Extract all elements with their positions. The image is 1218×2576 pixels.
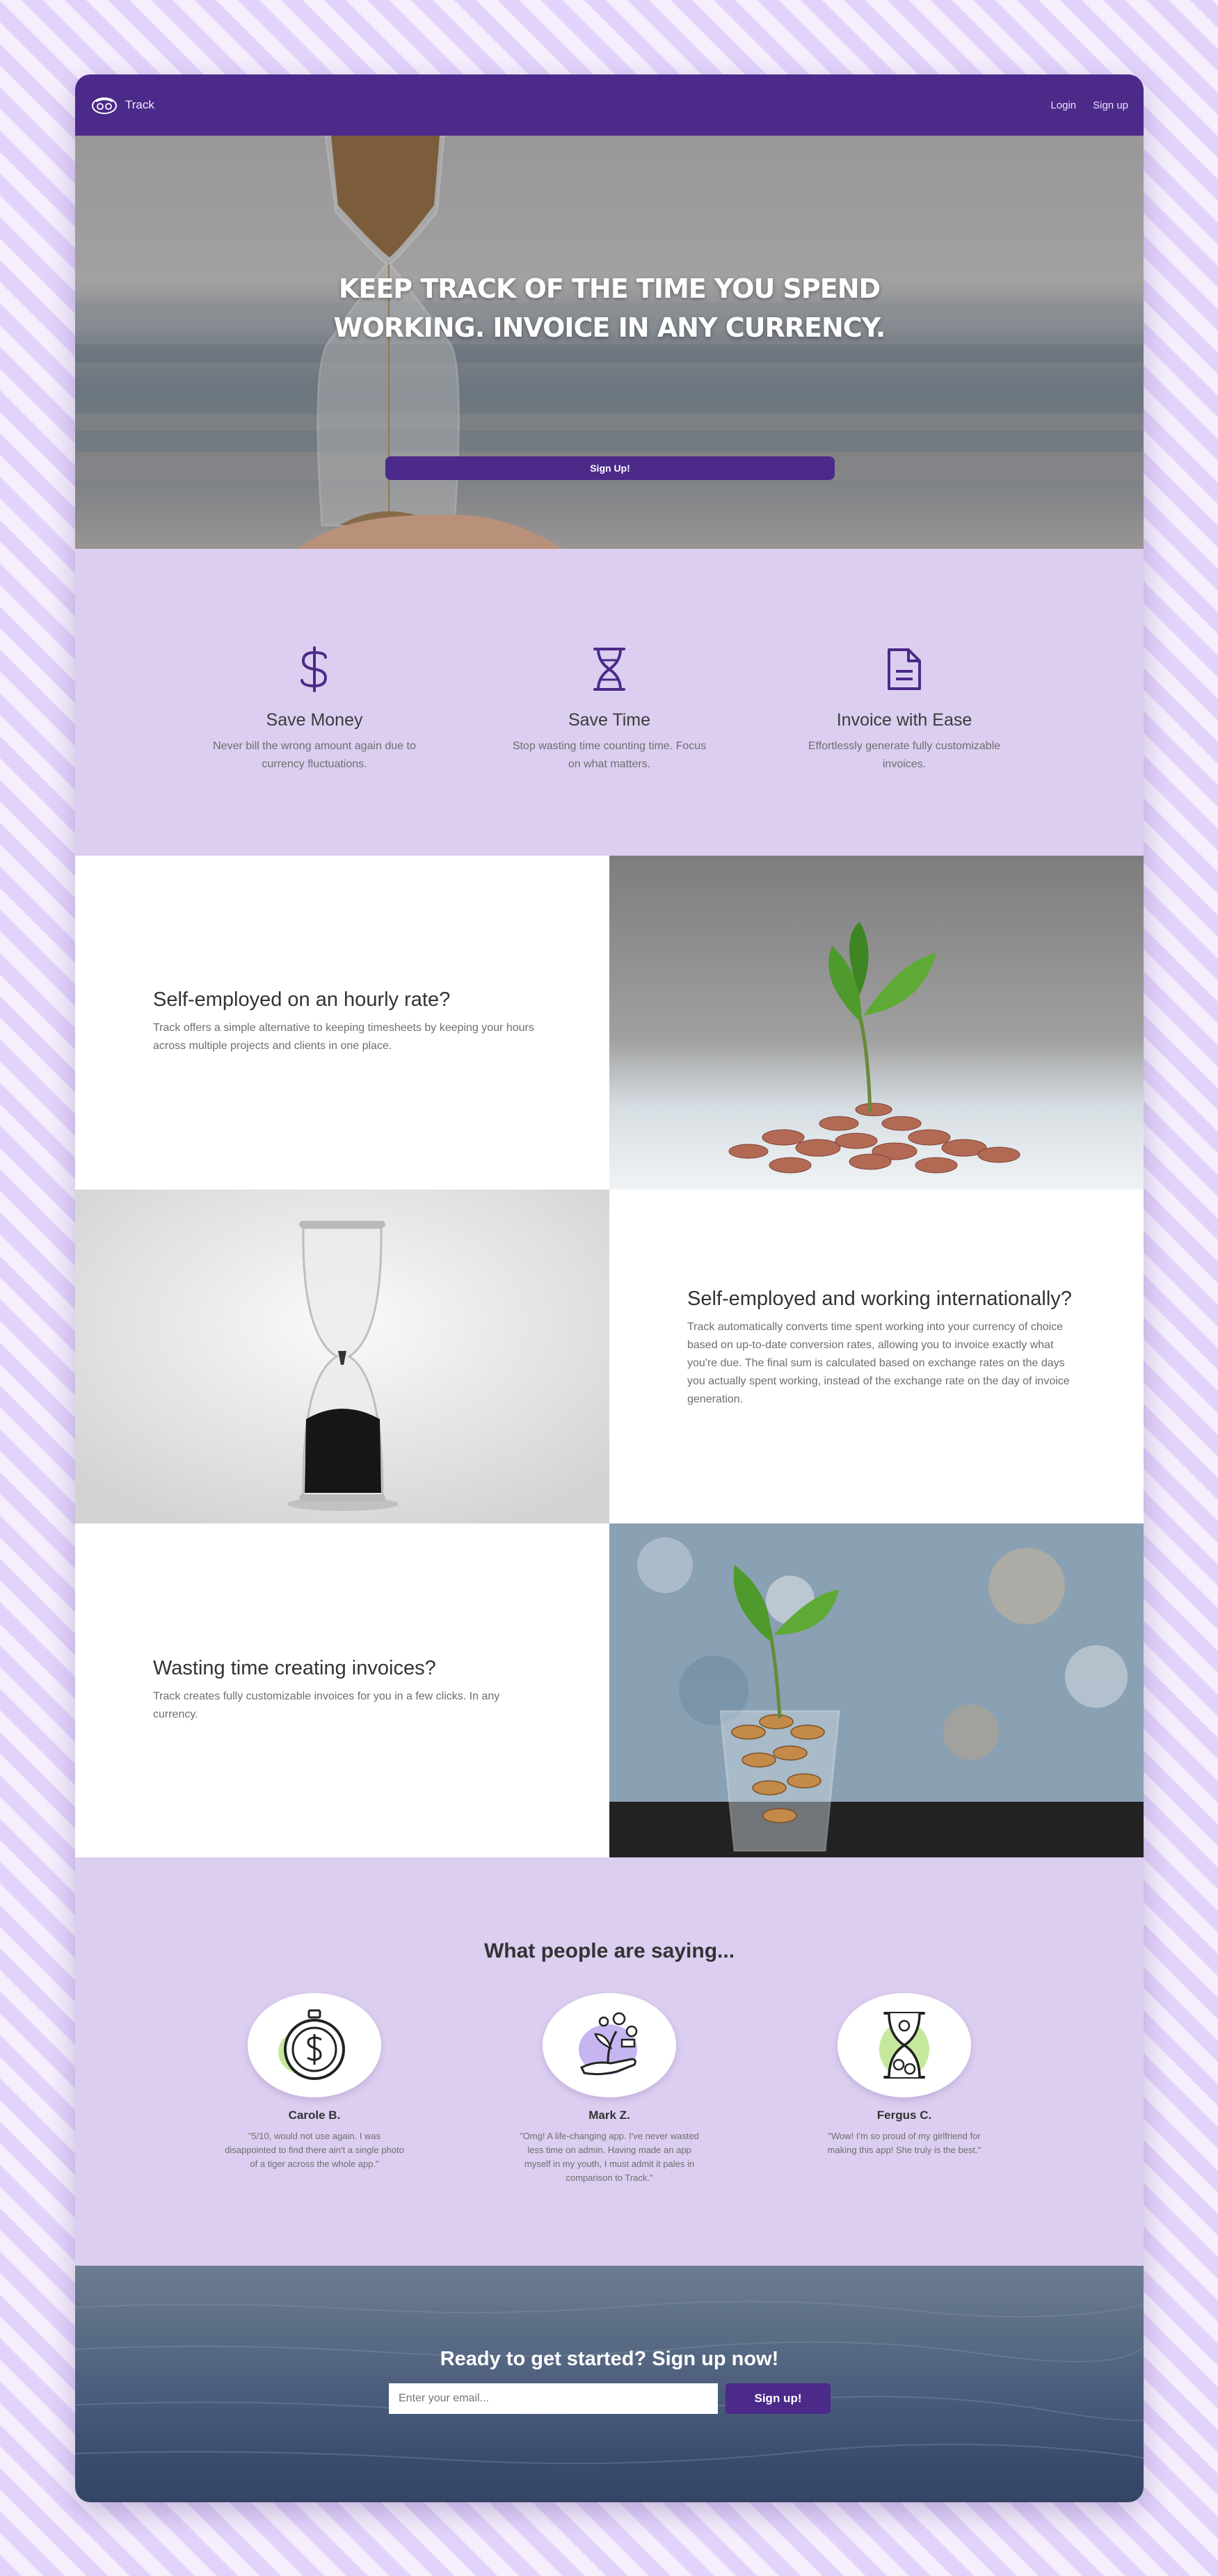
login-link[interactable]: Login bbox=[1050, 99, 1076, 111]
nav-links: Login Sign up bbox=[1050, 99, 1128, 111]
email-input[interactable] bbox=[389, 2383, 718, 2414]
jar-coins-plant-photo bbox=[609, 1523, 1144, 1857]
feature-title: Save Time bbox=[568, 710, 651, 730]
file-text-icon bbox=[800, 646, 1009, 696]
testimonial-quote: "5/10, would not use again. I was disapp… bbox=[225, 2131, 404, 2169]
feature-save-money: Save Money Never bill the wrong amount a… bbox=[210, 646, 419, 774]
feature-text: Effortlessly generate fully customizable… bbox=[808, 740, 1001, 770]
row-title: Self-employed on an hourly rate? bbox=[153, 989, 451, 1011]
row-title: Wasting time creating invoices? bbox=[153, 1657, 436, 1679]
features-section: Save Money Never bill the wrong amount a… bbox=[75, 549, 1144, 856]
testimonial-mark: Mark Z. "Omg! A life-changing app. I've … bbox=[505, 1993, 714, 2185]
cta-signup-button[interactable]: Sign up! bbox=[726, 2383, 831, 2414]
signup-link[interactable]: Sign up bbox=[1093, 99, 1128, 111]
feature-invoice-ease: Invoice with Ease Effortlessly generate … bbox=[800, 646, 1009, 774]
feature-title: Save Money bbox=[266, 710, 363, 730]
brand-name[interactable]: Track bbox=[125, 98, 154, 112]
feature-text: Never bill the wrong amount again due to… bbox=[213, 740, 416, 770]
row-text: Track automatically converts time spent … bbox=[687, 1321, 1070, 1405]
row-text: Track creates fully customizable invoice… bbox=[153, 1690, 500, 1720]
cta-section: Ready to get started? Sign up now! Sign … bbox=[75, 2266, 1144, 2502]
hero-signup-button[interactable]: Sign Up! bbox=[385, 456, 835, 480]
testimonials-title: What people are saying... bbox=[483, 1939, 735, 1962]
page-card: Track Login Sign up Keep track of the ti… bbox=[75, 74, 1144, 2502]
hero-title: Keep track of the time you spend working… bbox=[333, 273, 886, 343]
plant-coins-photo bbox=[609, 856, 1144, 1190]
hand-money-plant-icon bbox=[543, 1993, 676, 2097]
hero-section: Keep track of the time you spend working… bbox=[75, 136, 1144, 549]
hourglass-icon bbox=[505, 646, 714, 696]
track-logo-icon[interactable] bbox=[90, 95, 118, 115]
info-row-hourly: Self-employed on an hourly rate? Track o… bbox=[75, 856, 1144, 1190]
testimonials-section: What people are saying... Carole B. "5/1… bbox=[75, 1857, 1144, 2266]
info-row-invoices: Wasting time creating invoices? Track cr… bbox=[75, 1523, 1144, 1857]
testimonial-name: Fergus C. bbox=[876, 2109, 932, 2122]
cta-title: Ready to get started? Sign up now! bbox=[440, 2348, 779, 2370]
hourglass-money-icon bbox=[838, 1993, 971, 2097]
row-text: Track offers a simple alternative to kee… bbox=[153, 1022, 534, 1052]
navbar: Track Login Sign up bbox=[75, 74, 1144, 136]
feature-text: Stop wasting time counting time. Focus o… bbox=[512, 740, 707, 770]
testimonial-quote: "Omg! A life-changing app. I've never wa… bbox=[520, 2131, 699, 2183]
dollar-sign-icon bbox=[210, 646, 419, 696]
row-title: Self-employed and working internationall… bbox=[687, 1288, 1072, 1310]
testimonial-name: Carole B. bbox=[288, 2109, 341, 2122]
stopwatch-dollar-icon bbox=[248, 1993, 381, 2097]
feature-save-time: Save Time Stop wasting time counting tim… bbox=[505, 646, 714, 774]
feature-title: Invoice with Ease bbox=[836, 710, 972, 730]
info-row-international: Self-employed and working internationall… bbox=[75, 1190, 1144, 1523]
testimonial-name: Mark Z. bbox=[588, 2109, 630, 2122]
testimonial-quote: "Wow! I'm so proud of my girlfriend for … bbox=[827, 2131, 981, 2155]
testimonial-fergus: Fergus C. "Wow! I'm so proud of my girlf… bbox=[800, 1993, 1009, 2157]
hourglass-photo bbox=[75, 1190, 609, 1523]
testimonial-carole: Carole B. "5/10, would not use again. I … bbox=[210, 1993, 419, 2171]
